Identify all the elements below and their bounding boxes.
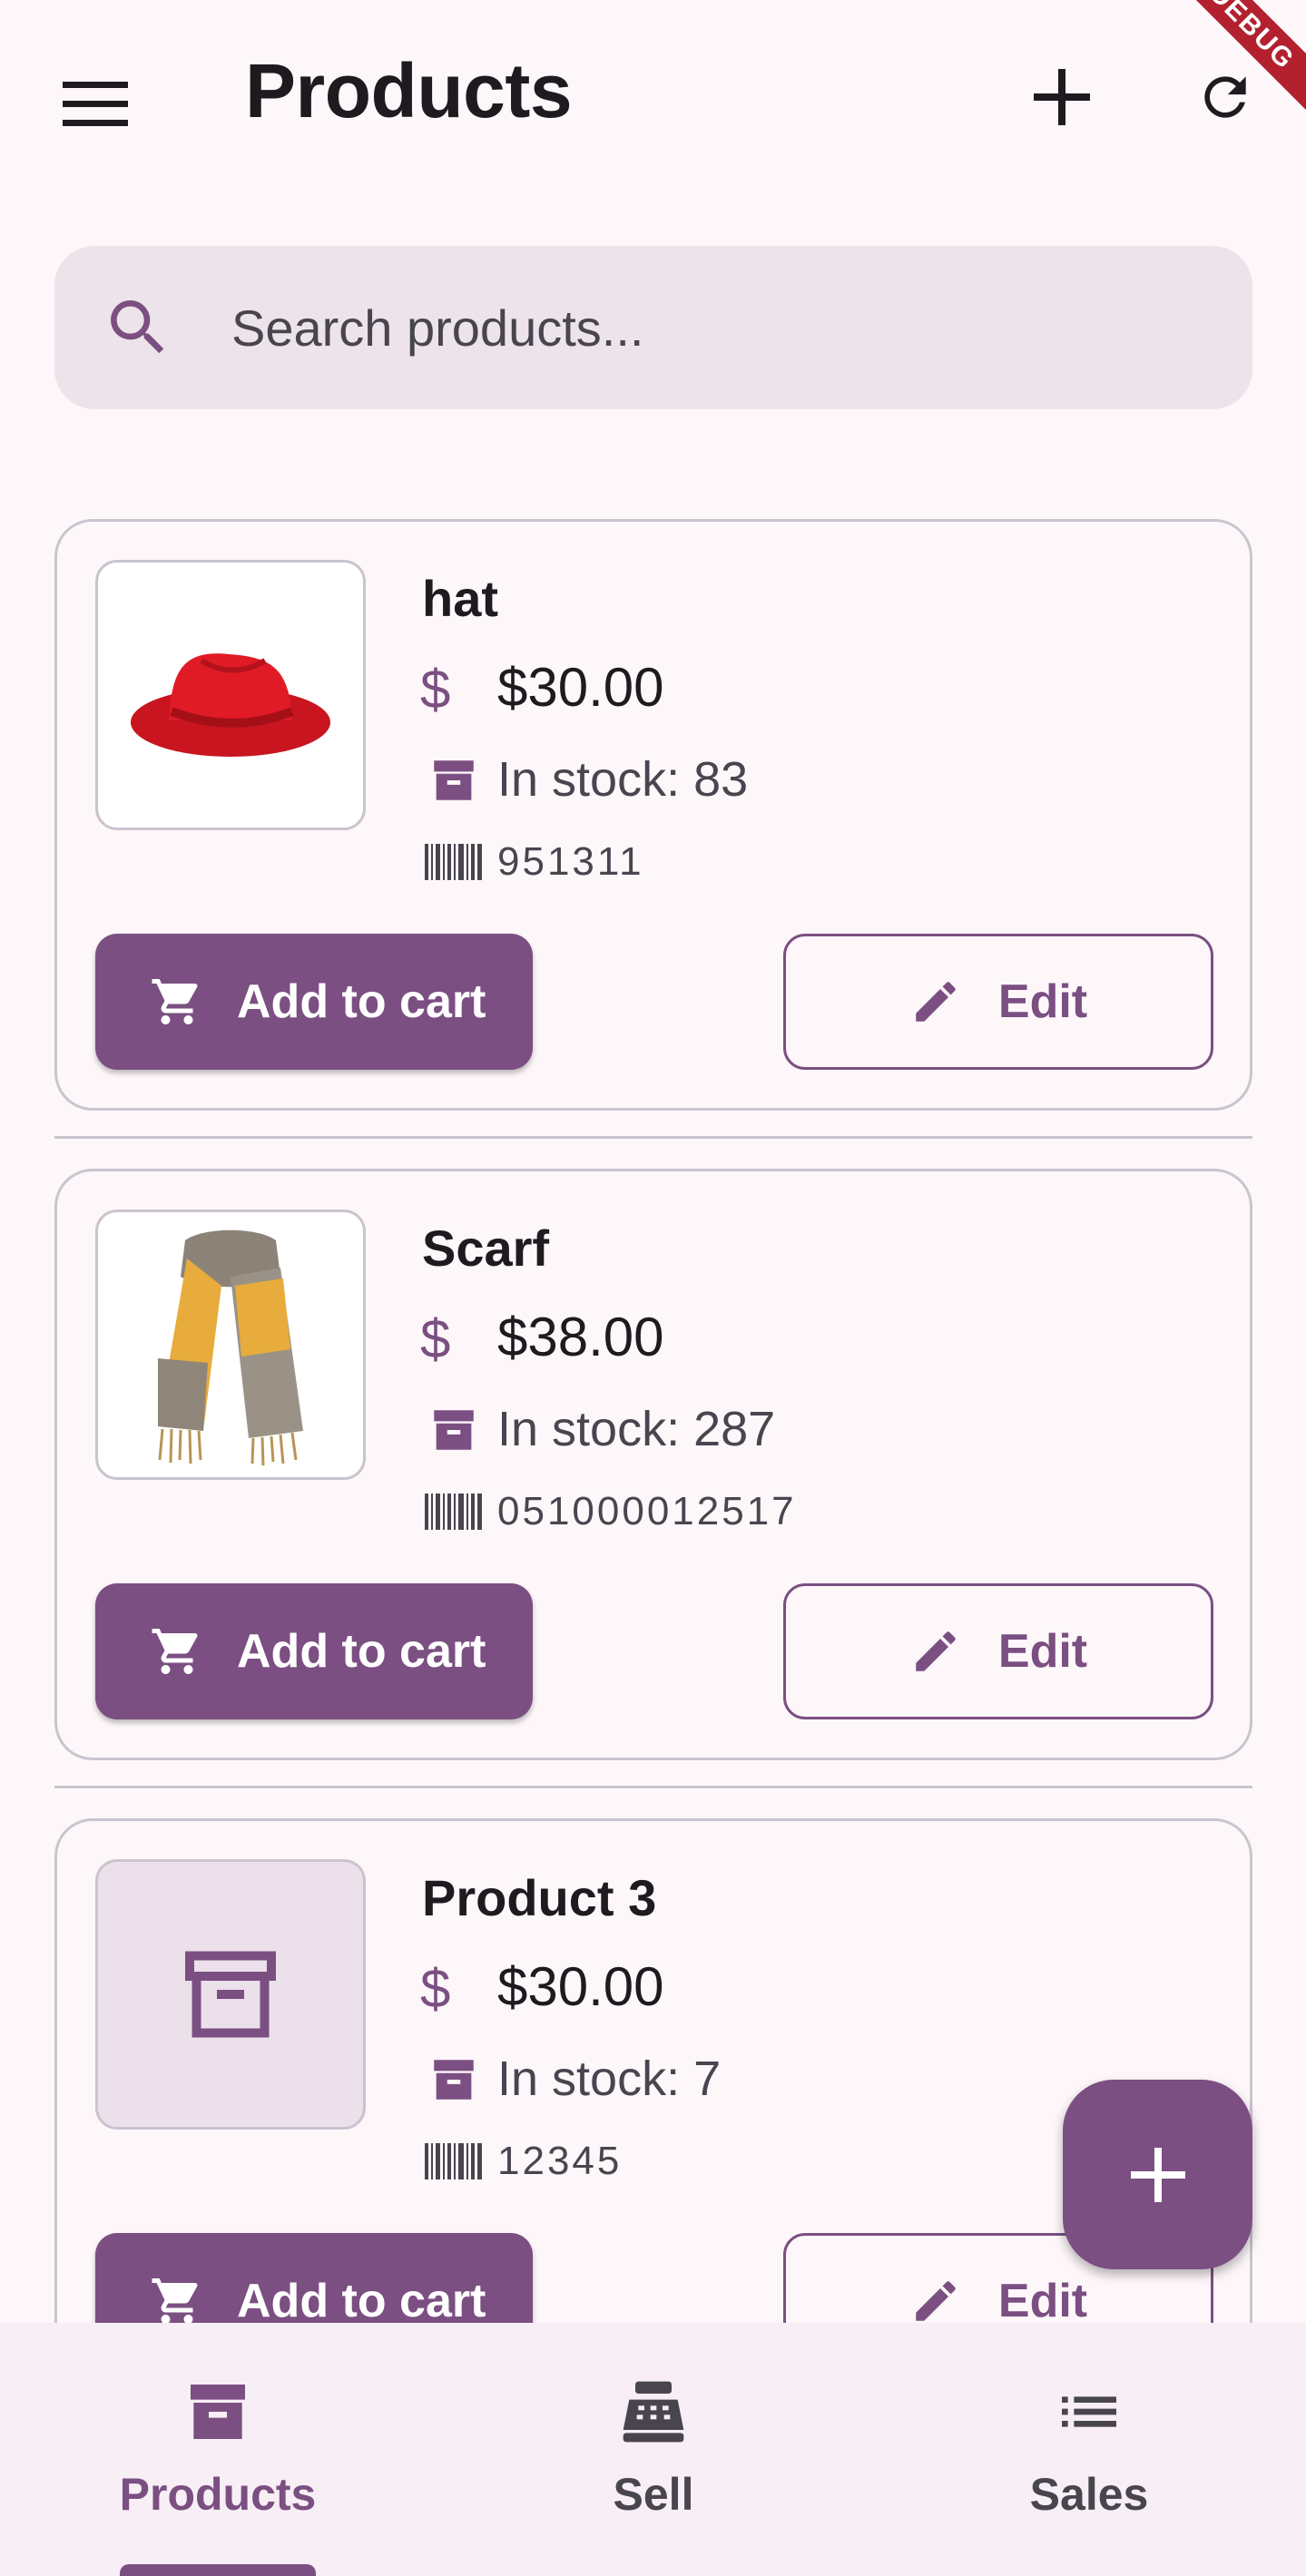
edit-button[interactable]: Edit	[783, 1583, 1213, 1719]
page-title: Products	[245, 48, 573, 133]
pencil-icon	[909, 1625, 962, 1678]
nav-label-products: Products	[119, 2469, 317, 2520]
nav-item-products[interactable]: Products	[0, 2323, 436, 2576]
search-input[interactable]	[231, 282, 1212, 373]
nav-active-indicator	[120, 2564, 316, 2576]
product-price: $30.00	[497, 1956, 664, 2017]
add-to-cart-label: Add to cart	[237, 2275, 486, 2323]
product-image	[95, 560, 366, 830]
product-card: Scarf $ $38.00 In stock: 287 05100001251…	[54, 1169, 1252, 1760]
cart-icon	[150, 2274, 204, 2323]
product-stock: In stock: 287	[497, 1402, 776, 1456]
product-name: hat	[422, 570, 498, 627]
add-to-cart-button[interactable]: Add to cart	[95, 934, 533, 1070]
pencil-icon	[909, 975, 962, 1028]
edit-button[interactable]: Edit	[783, 934, 1213, 1070]
barcode-icon	[425, 844, 483, 880]
dollar-icon: $	[420, 1308, 451, 1369]
debug-banner: DEBUG	[1161, 0, 1306, 145]
product-price: $38.00	[497, 1307, 664, 1367]
dollar-icon: $	[420, 1958, 451, 2019]
nav-label-sell: Sell	[613, 2469, 694, 2520]
archive-placeholder-icon	[176, 1940, 285, 2049]
archive-icon	[427, 2053, 480, 2106]
add-to-cart-label: Add to cart	[237, 975, 486, 1028]
add-icon	[1130, 2147, 1185, 2202]
barcode-icon	[425, 1494, 483, 1530]
barcode-icon	[425, 2143, 483, 2179]
dollar-icon: $	[420, 659, 451, 720]
red-hat-photo	[131, 653, 330, 757]
product-image	[95, 1210, 366, 1480]
edit-label: Edit	[997, 975, 1088, 1028]
search-icon	[102, 291, 174, 364]
cash-register-icon	[617, 2375, 690, 2448]
edit-label: Edit	[997, 1625, 1088, 1678]
list-icon	[1053, 2375, 1125, 2448]
product-name: Scarf	[422, 1219, 550, 1277]
product-barcode: 951311	[497, 839, 644, 884]
nav-label-sales: Sales	[1029, 2469, 1149, 2520]
add-to-cart-button[interactable]: Add to cart	[95, 1583, 533, 1719]
product-name: Product 3	[422, 1869, 657, 1926]
scarf-photo	[158, 1229, 303, 1466]
cart-icon	[150, 975, 204, 1029]
app-bar: Products DEBUG	[0, 0, 1306, 195]
product-barcode: 051000012517	[497, 1489, 797, 1533]
archive-icon	[182, 2375, 254, 2448]
list-divider	[54, 1136, 1252, 1139]
menu-button[interactable]	[54, 64, 136, 145]
add-product-button[interactable]	[1021, 56, 1103, 138]
product-barcode: 12345	[497, 2139, 623, 2183]
add-to-cart-button[interactable]: Add to cart	[95, 2233, 533, 2323]
product-price: $30.00	[497, 657, 664, 718]
edit-label: Edit	[997, 2275, 1088, 2323]
add-product-fab[interactable]	[1063, 2080, 1252, 2269]
menu-icon	[63, 82, 128, 127]
product-card: hat $ $30.00 In stock: 83 951311 Add to …	[54, 519, 1252, 1111]
product-stock: In stock: 83	[497, 752, 749, 807]
pencil-icon	[909, 2275, 962, 2323]
search-bar[interactable]	[54, 246, 1252, 409]
cart-icon	[150, 1624, 204, 1679]
nav-item-sales[interactable]: Sales	[871, 2323, 1306, 2576]
product-list[interactable]: hat $ $30.00 In stock: 83 951311 Add to …	[0, 490, 1306, 2323]
add-to-cart-label: Add to cart	[237, 1625, 486, 1678]
archive-icon	[427, 754, 480, 807]
list-divider	[54, 1786, 1252, 1788]
archive-icon	[427, 1404, 480, 1456]
add-icon	[1034, 69, 1090, 125]
product-image	[95, 1859, 366, 2130]
bottom-navigation: Products Sell Sales	[0, 2323, 1306, 2576]
nav-item-sell[interactable]: Sell	[436, 2323, 871, 2576]
product-stock: In stock: 7	[497, 2052, 722, 2106]
